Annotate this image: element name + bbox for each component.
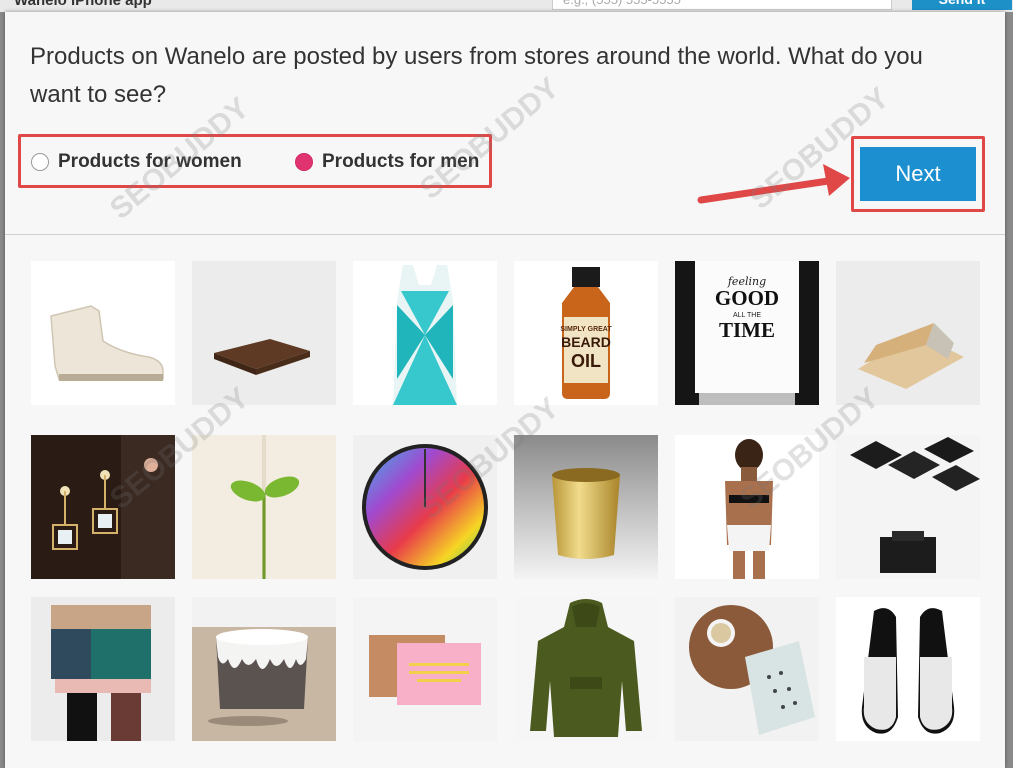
product-tile-wooden-box[interactable] [836, 261, 980, 405]
product-tile-model-lingerie[interactable] [675, 435, 819, 579]
product-tile-good-time-poster[interactable]: feeling GOOD ALL THE TIME [675, 261, 819, 405]
product-tile-tea-set[interactable] [675, 597, 819, 741]
product-tile-color-wheel-clock[interactable] [353, 435, 497, 579]
intro-text: Products on Wanelo are posted by users f… [30, 43, 923, 108]
beard-oil-line-2: BEARD [561, 334, 611, 350]
arrow-icon [697, 164, 850, 204]
option-men-label: Products for men [322, 151, 480, 172]
background-text: Wanelo iPhone app [14, 0, 152, 9]
poster-line-2: GOOD [715, 286, 779, 310]
modal-header: Products on Wanelo are posted by users f… [5, 12, 1005, 234]
phone-input[interactable]: e.g., (555) 555-5555 [552, 0, 892, 10]
onboarding-modal: Products on Wanelo are posted by users f… [5, 12, 1005, 768]
product-tile-black-flats[interactable] [836, 597, 980, 741]
background-page-strip: Wanelo iPhone app e.g., (555) 555-5555 S… [0, 0, 1013, 12]
product-tile-sprout-book[interactable] [192, 435, 336, 579]
product-tile-woven-wall-hanging[interactable] [31, 597, 175, 741]
radio-women[interactable] [31, 153, 49, 171]
product-tile-cube-earrings[interactable] [31, 435, 175, 579]
product-tile-turquoise-dress[interactable] [353, 261, 497, 405]
product-tile-wood-tray[interactable] [192, 261, 336, 405]
beard-oil-line-1: SIMPLY GREAT [560, 326, 612, 333]
product-tile-white-boot[interactable] [31, 261, 175, 405]
product-tile-greeting-card[interactable] [353, 597, 497, 741]
send-it-button[interactable]: Send it [912, 0, 1012, 10]
option-women-label: Products for women [58, 151, 242, 172]
beard-oil-line-3: OIL [571, 351, 601, 371]
gender-options: Products for women Products for men [18, 134, 492, 188]
poster-line-4: TIME [719, 318, 775, 342]
product-tile-beard-oil-bottle[interactable]: SIMPLY GREAT BEARD OIL [514, 261, 658, 405]
next-highlight: Next [851, 136, 985, 212]
option-men[interactable]: Products for men [295, 151, 479, 173]
option-women[interactable]: Products for women [31, 151, 242, 173]
product-tile-green-hoodie[interactable] [514, 597, 658, 741]
divider [5, 234, 1005, 235]
product-tile-marble-coasters[interactable] [836, 435, 980, 579]
next-button[interactable]: Next [860, 147, 976, 201]
product-tile-gold-cup[interactable] [514, 435, 658, 579]
product-tile-drip-glaze-mug[interactable] [192, 597, 336, 741]
radio-men[interactable] [295, 153, 313, 171]
